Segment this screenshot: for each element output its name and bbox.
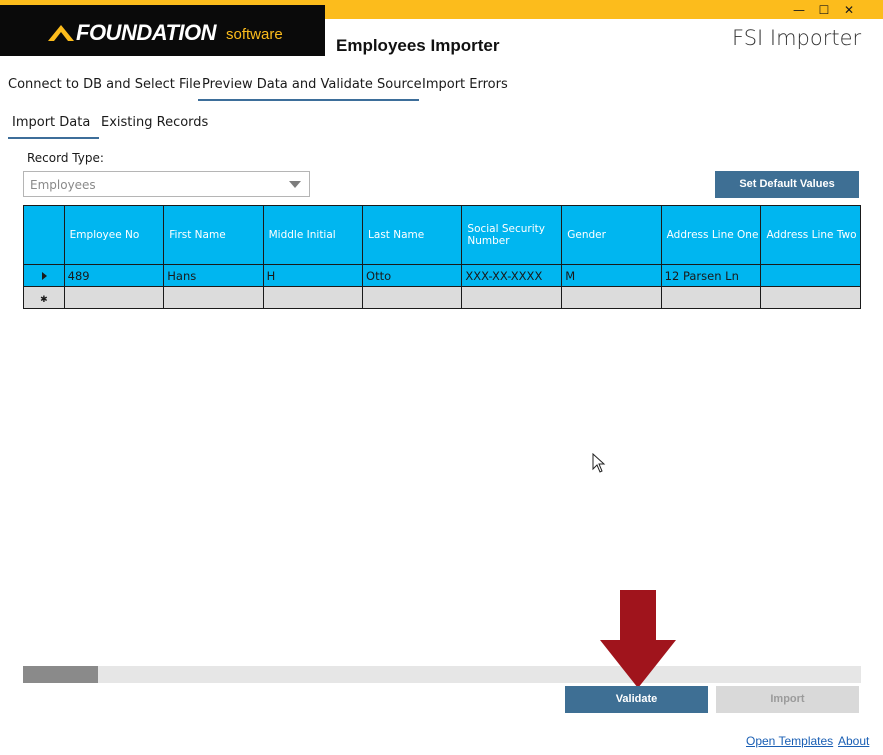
row-selector[interactable] (23, 264, 65, 287)
set-default-values-button[interactable]: Set Default Values (715, 171, 859, 198)
table-row[interactable]: 489 Hans H Otto XXX-XX-XXXX M 12 Parsen … (23, 264, 861, 287)
chevron-logo-icon (48, 25, 74, 41)
minimize-button[interactable]: — (788, 2, 810, 18)
table-cell[interactable] (163, 286, 264, 309)
active-subtab-indicator (8, 137, 99, 139)
record-type-value: Employees (30, 178, 96, 192)
subtab-existing-records[interactable]: Existing Records (101, 115, 208, 130)
table-cell[interactable]: Otto (362, 264, 463, 287)
horizontal-scrollbar[interactable] (23, 666, 861, 683)
table-cell[interactable]: M (561, 264, 662, 287)
grid-header-row: Employee No First Name Middle Initial La… (23, 205, 861, 265)
tab-import-errors[interactable]: Import Errors (422, 77, 508, 92)
column-header-address-line-one[interactable]: Address Line One (660, 205, 762, 265)
scrollbar-thumb[interactable] (23, 666, 98, 683)
table-cell[interactable] (660, 286, 762, 309)
import-button[interactable]: Import (716, 686, 859, 713)
data-grid[interactable]: Employee No First Name Middle Initial La… (23, 205, 861, 309)
table-cell[interactable]: H (262, 264, 364, 287)
new-row-icon: ✱ (40, 294, 48, 305)
column-header-middle-initial[interactable]: Middle Initial (262, 205, 364, 265)
logo-text: FOUNDATION (76, 20, 217, 45)
table-cell[interactable] (561, 286, 662, 309)
chevron-down-icon (289, 181, 301, 188)
annotation-arrow-icon (600, 590, 676, 688)
column-header-address-line-two[interactable]: Address Line Two (760, 205, 861, 265)
column-header-gender[interactable]: Gender (561, 205, 662, 265)
brand-logo: FOUNDATION software (0, 5, 325, 56)
about-link[interactable]: About (838, 734, 869, 748)
logo-subtext: software (226, 26, 283, 43)
maximize-button[interactable]: ☐ (813, 2, 835, 18)
table-cell[interactable]: XXX-XX-XXXX (461, 264, 563, 287)
subtab-import-data[interactable]: Import Data (12, 115, 90, 130)
row-header-corner (23, 205, 65, 265)
validate-button[interactable]: Validate (565, 686, 708, 713)
record-type-label: Record Type: (27, 151, 104, 165)
app-name: FSI Importer (732, 26, 862, 50)
column-header-employee-no[interactable]: Employee No (63, 205, 165, 265)
table-cell[interactable]: Hans (163, 264, 264, 287)
table-cell[interactable] (262, 286, 364, 309)
table-cell[interactable]: 12 Parsen Ln (660, 264, 762, 287)
page-title: Employees Importer (336, 36, 500, 55)
current-row-icon (42, 271, 48, 280)
table-cell[interactable] (760, 286, 861, 309)
table-cell[interactable] (63, 286, 165, 309)
tab-preview-data[interactable]: Preview Data and Validate Source (202, 77, 422, 92)
close-button[interactable]: ✕ (838, 2, 860, 18)
table-cell[interactable] (362, 286, 463, 309)
column-header-ssn[interactable]: Social Security Number (461, 205, 563, 265)
open-templates-link[interactable]: Open Templates (746, 734, 833, 748)
column-header-first-name[interactable]: First Name (163, 205, 264, 265)
table-cell[interactable] (760, 264, 861, 287)
table-cell[interactable]: 489 (63, 264, 165, 287)
new-row[interactable]: ✱ (23, 286, 861, 309)
column-header-last-name[interactable]: Last Name (362, 205, 463, 265)
tab-connect-db[interactable]: Connect to DB and Select File (8, 77, 201, 92)
record-type-select[interactable]: Employees (23, 171, 310, 197)
row-selector[interactable]: ✱ (23, 286, 65, 309)
active-tab-indicator (198, 99, 419, 101)
table-cell[interactable] (461, 286, 563, 309)
mouse-cursor-icon (592, 453, 606, 473)
